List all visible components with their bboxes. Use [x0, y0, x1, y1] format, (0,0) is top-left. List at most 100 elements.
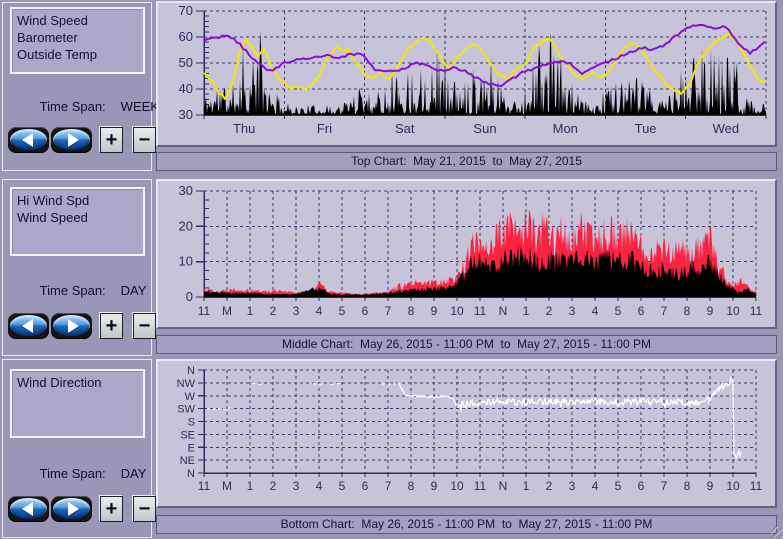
svg-text:10: 10 [450, 304, 464, 318]
svg-text:11: 11 [750, 304, 763, 318]
svg-text:11: 11 [198, 304, 211, 318]
svg-text:5: 5 [339, 479, 346, 493]
svg-text:9: 9 [707, 304, 714, 318]
minus-icon: − [139, 498, 151, 520]
svg-text:6: 6 [362, 479, 369, 493]
svg-text:3: 3 [293, 304, 300, 318]
svg-text:10: 10 [726, 304, 740, 318]
svg-text:1: 1 [523, 479, 530, 493]
svg-text:9: 9 [431, 479, 438, 493]
svg-text:2: 2 [270, 304, 277, 318]
svg-text:10: 10 [726, 479, 740, 493]
middle-chart-caption: Middle Chart: May 26, 2015 - 11:00 PM to… [156, 335, 777, 354]
middle-chart-plot: 11M1234567891011N12345678910110102030 [158, 181, 775, 327]
time-span-label: Time Span: [40, 466, 106, 481]
svg-text:1: 1 [247, 479, 254, 493]
resize-grip[interactable] [771, 527, 782, 538]
middle-time-span: Time Span: DAY [11, 268, 146, 313]
top-legend-box[interactable]: Wind SpeedBarometerOutside Temp [10, 7, 145, 74]
top-scroll-right-button[interactable] [51, 127, 92, 153]
svg-text:Mon: Mon [553, 121, 578, 136]
svg-text:8: 8 [408, 304, 415, 318]
svg-text:6: 6 [362, 304, 369, 318]
svg-text:11: 11 [474, 479, 487, 493]
svg-text:M: M [222, 304, 232, 318]
plus-icon: + [106, 498, 118, 520]
svg-text:N: N [187, 365, 195, 377]
svg-text:M: M [222, 479, 232, 493]
middle-nav-row: + − [8, 313, 156, 339]
time-span-label: Time Span: [40, 99, 106, 114]
svg-text:Thu: Thu [233, 121, 255, 136]
svg-text:70: 70 [179, 3, 193, 18]
svg-text:8: 8 [684, 479, 691, 493]
top-zoom-in-button[interactable]: + [100, 127, 123, 153]
svg-text:5: 5 [339, 304, 346, 318]
svg-text:30: 30 [179, 183, 193, 198]
bottom-nav-row: + − [8, 496, 156, 522]
middle-scroll-left-button[interactable] [8, 313, 49, 339]
svg-text:7: 7 [661, 304, 668, 318]
legend-item-wind-speed: Wind Speed [17, 209, 143, 226]
svg-text:7: 7 [385, 479, 392, 493]
svg-text:2: 2 [270, 479, 277, 493]
top-chart-plot: ThuFriSatSunMonTueWed3040506070 [158, 3, 775, 145]
svg-text:SE: SE [180, 429, 195, 441]
svg-text:1: 1 [523, 304, 530, 318]
svg-text:3: 3 [569, 479, 576, 493]
bottom-legend-box[interactable]: Wind Direction [10, 369, 145, 438]
svg-text:4: 4 [592, 479, 599, 493]
left-arrow-icon [22, 319, 33, 333]
bottom-chart-caption: Bottom Chart: May 26, 2015 - 11:00 PM to… [156, 515, 777, 534]
weather-app-window: Wind SpeedBarometerOutside Temp Time Spa… [0, 0, 783, 539]
bottom-chart-plot: 11M1234567891011N1234567891011NNWWSWSSEE… [158, 361, 775, 506]
time-span-value: WEEK [121, 99, 159, 114]
svg-text:7: 7 [385, 304, 392, 318]
top-zoom-out-button[interactable]: − [133, 127, 156, 153]
middle-zoom-in-button[interactable]: + [100, 313, 123, 339]
svg-text:1: 1 [247, 304, 254, 318]
time-span-value: DAY [121, 283, 147, 298]
svg-text:Wed: Wed [713, 121, 740, 136]
svg-text:Fri: Fri [317, 121, 332, 136]
plus-icon: + [106, 129, 118, 151]
plus-icon: + [106, 315, 118, 337]
time-span-value: DAY [121, 466, 147, 481]
time-span-label: Time Span: [40, 283, 106, 298]
left-arrow-icon [22, 133, 33, 147]
svg-text:2: 2 [546, 304, 553, 318]
bottom-scroll-left-button[interactable] [8, 496, 49, 522]
svg-text:5: 5 [615, 304, 622, 318]
middle-zoom-out-button[interactable]: − [133, 313, 156, 339]
svg-text:N: N [499, 304, 508, 318]
svg-text:7: 7 [661, 479, 668, 493]
svg-text:NE: NE [180, 455, 195, 467]
svg-text:W: W [185, 391, 196, 403]
svg-text:11: 11 [198, 479, 211, 493]
svg-text:0: 0 [186, 289, 193, 304]
legend-item-hi-wind-spd: Hi Wind Spd [17, 192, 143, 209]
bottom-zoom-in-button[interactable]: + [100, 496, 123, 522]
svg-text:9: 9 [431, 304, 438, 318]
top-scroll-left-button[interactable] [8, 127, 49, 153]
svg-text:40: 40 [179, 81, 193, 96]
middle-legend-box[interactable]: Hi Wind SpdWind Speed [10, 187, 145, 256]
svg-text:2: 2 [546, 479, 553, 493]
minus-icon: − [139, 129, 151, 151]
svg-text:3: 3 [569, 304, 576, 318]
bottom-zoom-out-button[interactable]: − [133, 496, 156, 522]
bottom-time-span: Time Span: DAY [11, 451, 146, 496]
svg-text:SW: SW [177, 404, 195, 416]
bottom-controls-panel: Wind Direction Time Span: DAY + − [2, 359, 152, 538]
svg-text:20: 20 [179, 218, 193, 233]
bottom-scroll-right-button[interactable] [51, 496, 92, 522]
chart-section-top: Wind SpeedBarometerOutside Temp Time Spa… [0, 0, 783, 176]
legend-item-barometer: Barometer [17, 29, 143, 46]
middle-scroll-right-button[interactable] [51, 313, 92, 339]
svg-text:60: 60 [179, 29, 193, 44]
top-time-span: Time Span: WEEK [11, 84, 159, 129]
left-arrow-icon [22, 502, 33, 516]
svg-text:Sun: Sun [473, 121, 496, 136]
svg-text:S: S [188, 417, 195, 429]
svg-text:11: 11 [474, 304, 487, 318]
